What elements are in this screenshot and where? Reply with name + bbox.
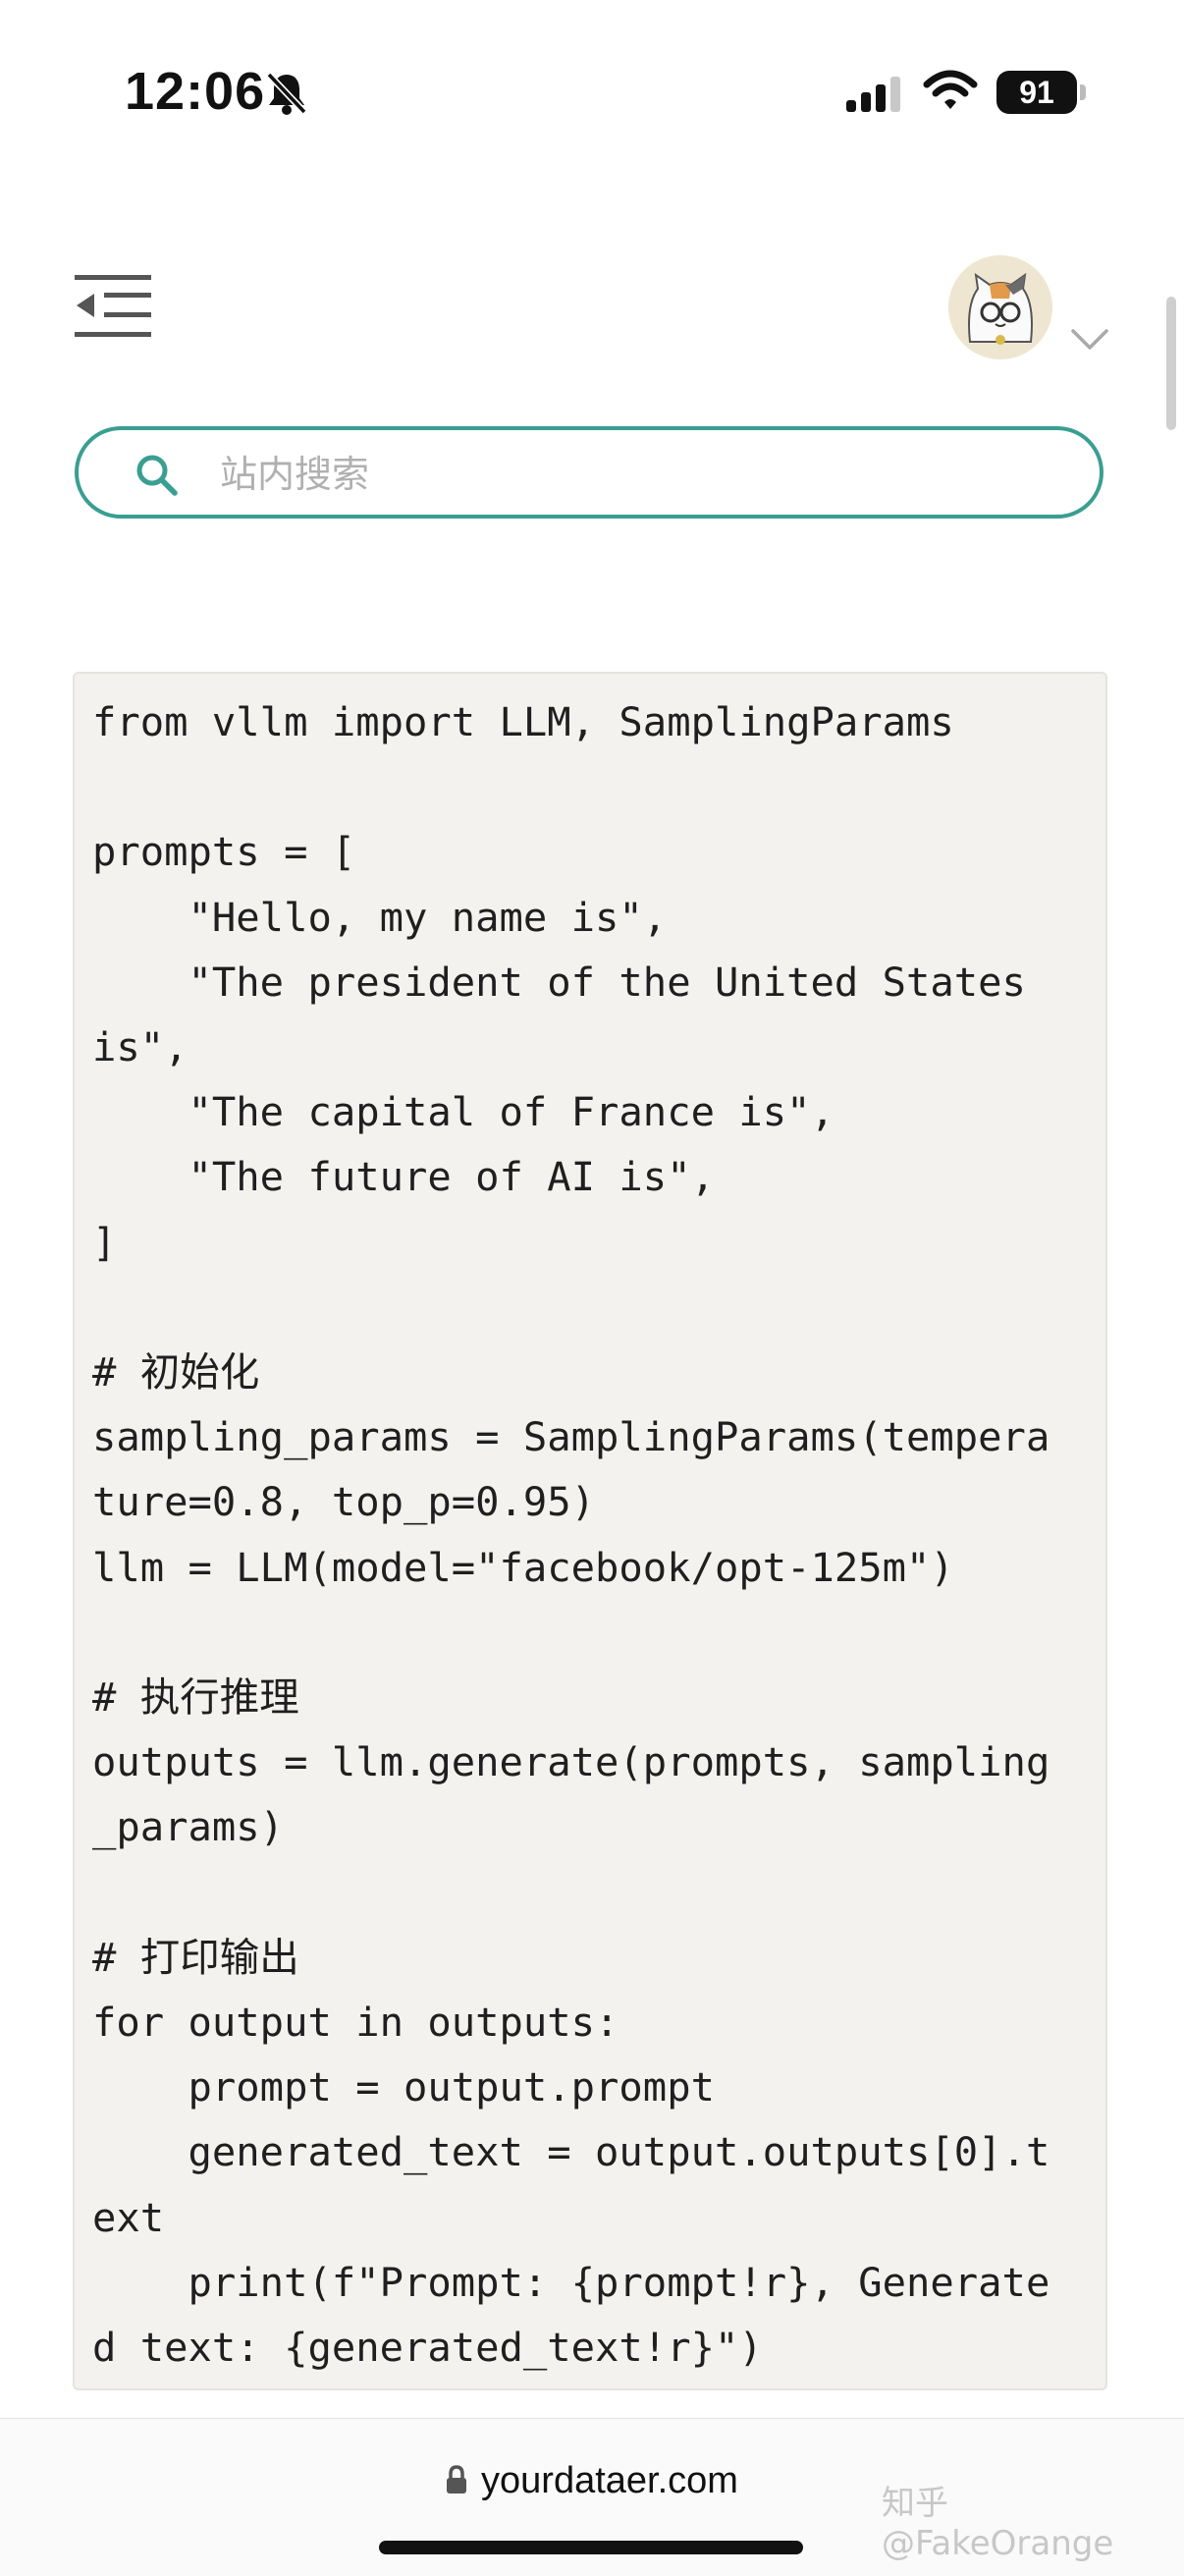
lock-icon	[446, 2462, 467, 2504]
collapse-menu-icon	[75, 275, 151, 337]
code-line: # 打印输出	[92, 1933, 299, 1981]
battery-indicator: 91	[996, 71, 1077, 114]
browser-bottom-bar: yourdataer.com 知乎 @FakeOrange	[0, 2418, 1184, 2576]
status-bar: 12:06 91	[0, 0, 1184, 187]
code-line: generated_text = output.outputs[0].t	[92, 2128, 1050, 2176]
code-line: is",	[92, 1023, 188, 1071]
code-line: print(f"Prompt: {prompt!r}, Generate	[92, 2258, 1050, 2306]
code-line: # 执行推理	[92, 1673, 299, 1722]
code-line: from vllm import LLM, SamplingParams	[92, 698, 954, 745]
code-line: "The capital of France is",	[92, 1088, 834, 1136]
search-box[interactable]	[75, 426, 1103, 519]
wifi-icon	[923, 69, 978, 117]
code-line: ]	[92, 1218, 117, 1266]
code-block: from vllm import LLM, SamplingParams pro…	[73, 672, 1107, 2390]
search-icon	[135, 454, 179, 502]
code-line: sampling_params = SamplingParams(tempera	[92, 1413, 1050, 1461]
code-line: _params)	[92, 1803, 285, 1851]
cellular-signal-icon	[846, 75, 905, 119]
code-line: "The president of the United States	[92, 958, 1026, 1006]
collapse-menu-button[interactable]	[75, 271, 153, 342]
code-line: for output in outputs:	[92, 1999, 619, 2047]
code-line: d text: {generated_text!r}")	[92, 2324, 763, 2372]
code-line: outputs = llm.generate(prompts, sampling	[92, 1738, 1050, 1786]
code-line: ext	[92, 2193, 165, 2241]
search-input[interactable]	[218, 446, 1066, 503]
chevron-down-icon[interactable]	[1070, 328, 1109, 356]
code-line: llm = LLM(model="facebook/opt-125m")	[92, 1543, 954, 1591]
code-content: from vllm import LLM, SamplingParams pro…	[75, 674, 1105, 2380]
bell-off-icon	[265, 71, 308, 121]
cat-avatar-icon	[948, 255, 1052, 359]
code-line: "Hello, my name is",	[92, 893, 668, 941]
status-time: 12:06	[125, 62, 266, 121]
home-indicator[interactable]	[379, 2541, 803, 2554]
code-line: prompt = output.prompt	[92, 2063, 715, 2111]
code-line: # 初始化	[92, 1348, 260, 1397]
code-line: prompts = [	[92, 828, 356, 876]
scrollbar[interactable]	[1166, 297, 1176, 430]
code-line: ture=0.8, top_p=0.95)	[92, 1478, 596, 1526]
url-text: yourdataer.com	[481, 2460, 738, 2501]
user-avatar[interactable]	[948, 255, 1052, 359]
watermark: 知乎 @FakeOrange	[882, 2484, 1114, 2563]
code-line: "The future of AI is",	[92, 1153, 715, 1201]
battery-cap	[1080, 84, 1086, 100]
